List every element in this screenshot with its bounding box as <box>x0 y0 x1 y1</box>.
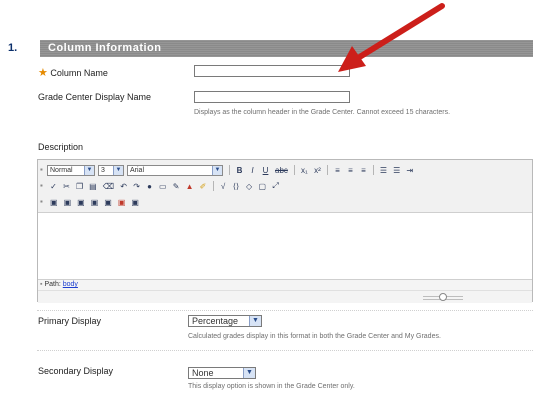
secondary-display-label: Secondary Display <box>38 366 114 376</box>
text-color-icon[interactable]: ▲ <box>186 182 194 191</box>
cut-icon[interactable]: ✂ <box>63 182 70 191</box>
toolbar-separator <box>372 165 374 175</box>
secondary-display-hint: This display option is shown in the Grad… <box>188 383 355 390</box>
eraser-icon[interactable]: ⌫ <box>103 182 114 191</box>
insert-media-icon[interactable]: ▣ <box>77 198 85 207</box>
display-name-hint: Displays as the column header in the Gra… <box>194 109 451 116</box>
toolbar-row-1: ▪ Normal ▼ 3 ▼ Arial ▼ B I U abc x₁ x² ≡ <box>40 163 416 177</box>
size-select-value: 3 <box>101 166 105 174</box>
fullscreen-icon[interactable]: ⤢ <box>272 181 279 191</box>
primary-display-hint: Calculated grades display in this format… <box>188 333 441 340</box>
toolbar-grip-icon[interactable]: ▪ <box>40 181 44 191</box>
undo-icon[interactable]: ↶ <box>120 182 127 191</box>
format-select-value: Normal <box>50 166 73 174</box>
editor-content-area[interactable] <box>38 213 532 279</box>
toolbar-row-2: ▪ ✓ ✂ ❐ ▤ ⌫ ↶ ↷ ● ▭ ✎ ▲ ✐ √ ⟨⟩ ◇ ▢ ⤢ <box>40 179 282 193</box>
pencil-icon[interactable]: ✎ <box>173 182 180 191</box>
section-number: 1. <box>8 42 18 54</box>
copy-icon[interactable]: ❐ <box>76 182 83 191</box>
secondary-display-value: None <box>192 368 214 378</box>
display-name-input[interactable] <box>194 91 350 103</box>
editor-path-bar: ▪ Path: body <box>38 279 532 290</box>
toolbar-grip-icon[interactable]: ▪ <box>40 165 44 175</box>
description-editor: ▪ Normal ▼ 3 ▼ Arial ▼ B I U abc x₁ x² ≡ <box>37 159 533 303</box>
redo-icon[interactable]: ↷ <box>133 182 140 191</box>
separator-line <box>37 310 533 311</box>
primary-display-select[interactable]: Percentage ▼ <box>188 315 262 327</box>
indent-icon[interactable]: ⇥ <box>406 166 413 175</box>
toolbar-separator <box>212 181 214 191</box>
bold-button[interactable]: B <box>236 166 243 175</box>
resize-knob-icon[interactable] <box>439 293 447 301</box>
ordered-list-icon[interactable]: ☰ <box>380 166 387 175</box>
primary-display-value: Percentage <box>192 316 239 326</box>
primary-display-label: Primary Display <box>38 316 102 326</box>
superscript-button[interactable]: x² <box>314 166 321 175</box>
display-name-label: Grade Center Display Name <box>38 92 152 102</box>
separator-line <box>37 350 533 351</box>
table-icon[interactable]: ▭ <box>159 182 167 191</box>
insert-flash-icon[interactable]: ▣ <box>104 198 112 207</box>
paste-icon[interactable]: ▤ <box>89 182 97 191</box>
strikethrough-button[interactable]: abc <box>275 166 288 175</box>
column-name-label-text: Column Name <box>50 68 108 78</box>
path-label: Path: <box>44 281 61 288</box>
format-select[interactable]: Normal ▼ <box>47 164 95 176</box>
column-name-label: ★ Column Name <box>38 66 108 79</box>
font-select[interactable]: Arial ▼ <box>127 164 223 176</box>
math-icon[interactable]: √ <box>220 182 227 191</box>
insert-file-icon[interactable]: ▣ <box>50 198 58 207</box>
toolbar-separator <box>293 165 295 175</box>
insert-mashup-icon[interactable]: ▣ <box>131 198 139 207</box>
editor-toolbar: ▪ Normal ▼ 3 ▼ Arial ▼ B I U abc x₁ x² ≡ <box>38 160 532 213</box>
link-icon[interactable]: ● <box>146 182 153 191</box>
required-star-icon: ★ <box>38 67 48 79</box>
insert-image-icon[interactable]: ▣ <box>64 198 72 207</box>
highlight-icon[interactable]: ✐ <box>200 182 207 191</box>
font-select-value: Arial <box>130 166 145 174</box>
size-select[interactable]: 3 ▼ <box>98 164 124 176</box>
path-link[interactable]: body <box>63 281 78 288</box>
section-number-box: 1. <box>0 40 40 57</box>
unordered-list-icon[interactable]: ☰ <box>393 166 400 175</box>
toolbar-grip-icon[interactable]: ▪ <box>40 197 44 207</box>
insert-audio-icon[interactable]: ▣ <box>91 198 99 207</box>
preview-icon[interactable]: ▢ <box>259 182 267 191</box>
align-center-icon[interactable]: ≡ <box>347 166 354 175</box>
section-title: Column Information <box>48 42 162 54</box>
secondary-display-select[interactable]: None ▼ <box>188 367 256 379</box>
spellcheck-icon[interactable]: ✓ <box>50 182 57 191</box>
chevron-down-icon: ▼ <box>249 316 261 326</box>
toolbar-row-3: ▪ ▣ ▣ ▣ ▣ ▣ ▣ ▣ <box>40 195 142 209</box>
description-label: Description <box>38 142 84 152</box>
chevron-down-icon: ▼ <box>212 165 222 175</box>
chevron-down-icon: ▼ <box>84 165 94 175</box>
annotation-arrow-icon <box>338 3 445 72</box>
insert-pdf-icon[interactable]: ▣ <box>118 198 126 207</box>
html-source-icon[interactable]: ⟨⟩ <box>233 182 240 191</box>
toolbar-separator <box>229 165 230 175</box>
path-grip-icon: ▪ <box>40 281 43 288</box>
section-header: 1. Column Information <box>0 40 533 57</box>
align-left-icon[interactable]: ≡ <box>334 166 341 175</box>
chevron-down-icon: ▼ <box>113 165 123 175</box>
align-right-icon[interactable]: ≡ <box>360 166 367 175</box>
underline-button[interactable]: U <box>262 166 269 175</box>
subscript-button[interactable]: x₁ <box>301 166 308 175</box>
italic-button[interactable]: I <box>249 166 256 175</box>
column-name-input[interactable] <box>194 65 350 77</box>
toolbar-separator <box>326 165 328 175</box>
chevron-down-icon: ▼ <box>243 368 255 378</box>
editor-resize-bar[interactable] <box>38 290 532 303</box>
code-icon[interactable]: ◇ <box>246 182 253 191</box>
